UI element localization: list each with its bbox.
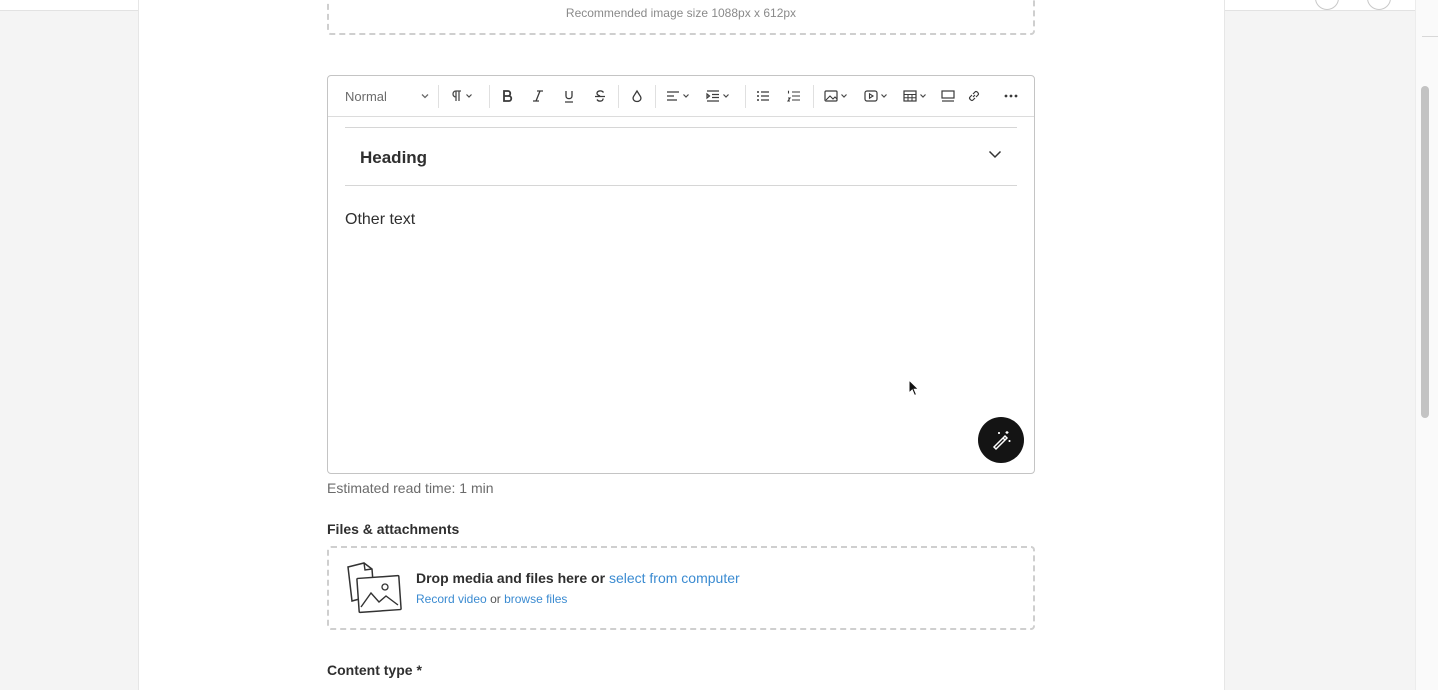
collapsible-heading[interactable]: Heading (360, 148, 427, 168)
toolbar-divider (618, 85, 619, 108)
chevron-down-icon (988, 150, 1002, 158)
image-dropzone[interactable]: Recommended image size 1088px x 612px (327, 0, 1035, 35)
numbered-list-button[interactable] (787, 86, 801, 106)
avatar[interactable] (1367, 0, 1391, 10)
underline-icon (565, 91, 573, 103)
mouse-cursor-icon (908, 379, 920, 397)
chevron-down-icon (920, 94, 926, 98)
media-files-icon (347, 562, 402, 614)
collapsible-section[interactable]: Heading (345, 127, 1017, 186)
strikethrough-icon (595, 90, 605, 102)
indent-button[interactable] (706, 86, 730, 106)
or-text: or (490, 592, 501, 606)
drop-instructions: Drop media and files here or select from… (416, 570, 740, 586)
chevron-down-icon (723, 94, 729, 98)
video-icon (864, 90, 878, 102)
vertical-scrollbar[interactable] (1415, 0, 1438, 690)
insert-video-button[interactable] (864, 86, 888, 106)
image-size-hint: Recommended image size 1088px x 612px (565, 6, 797, 20)
body-paragraph[interactable]: Other text (345, 211, 415, 229)
collapse-toggle[interactable] (985, 146, 1005, 162)
italic-icon (533, 90, 543, 102)
insert-link-button[interactable] (967, 86, 981, 106)
link-icon (969, 91, 979, 101)
pilcrow-icon (452, 90, 461, 101)
strikethrough-button[interactable] (593, 86, 607, 106)
more-horizontal-icon (1004, 94, 1018, 98)
editor-content[interactable]: Heading Other text (345, 127, 1017, 228)
magic-wand-icon (992, 431, 1011, 451)
bulleted-list-button[interactable] (756, 86, 770, 106)
toolbar-divider (489, 85, 490, 108)
bold-icon (503, 90, 513, 102)
text-color-button[interactable] (630, 86, 644, 106)
droplet-icon (632, 89, 642, 103)
scrollbar-divider (1422, 36, 1438, 37)
toolbar-divider (438, 85, 439, 108)
indent-icon (706, 90, 719, 102)
chevron-down-icon (683, 94, 689, 98)
italic-button[interactable] (531, 86, 545, 106)
align-left-icon (667, 91, 679, 101)
editor-toolbar: Normal (328, 76, 1034, 117)
scrollbar-thumb[interactable] (1421, 86, 1429, 418)
chevron-down-icon (466, 94, 472, 98)
insert-image-button[interactable] (824, 86, 848, 106)
files-dropzone[interactable]: Drop media and files here or select from… (327, 546, 1035, 630)
toolbar-divider (745, 85, 746, 108)
align-button[interactable] (666, 86, 690, 106)
drop-text: Drop media and files here or (416, 570, 606, 586)
ai-assistant-button[interactable] (978, 417, 1024, 463)
content-type-label: Content type * (327, 662, 422, 678)
numbered-list-icon (787, 90, 800, 102)
paragraph-format-button[interactable] (449, 86, 473, 106)
horizontal-line-icon (941, 90, 955, 102)
files-attachments-label: Files & attachments (327, 521, 460, 537)
chevron-down-icon (421, 94, 429, 99)
bulleted-list-icon (757, 91, 769, 101)
select-from-computer-link[interactable]: select from computer (609, 570, 740, 586)
drop-alternatives: Record video or browse files (416, 592, 567, 606)
horizontal-line-button[interactable] (941, 86, 955, 106)
record-video-link[interactable]: Record video (416, 592, 487, 606)
toolbar-divider (655, 85, 656, 108)
text-style-dropdown[interactable]: Normal (345, 87, 430, 105)
underline-button[interactable] (562, 86, 576, 106)
chevron-down-icon (841, 94, 847, 98)
rich-text-editor: Normal Heading Other text (327, 75, 1035, 474)
insert-table-button[interactable] (903, 86, 927, 106)
table-icon (903, 90, 917, 102)
read-time-text: Estimated read time: 1 min (327, 480, 494, 496)
text-style-value: Normal (345, 88, 387, 104)
chevron-down-icon (881, 94, 887, 98)
image-icon (824, 90, 838, 102)
toolbar-divider (813, 85, 814, 108)
browse-files-link[interactable]: browse files (504, 592, 567, 606)
bold-button[interactable] (500, 86, 514, 106)
notifications-icon[interactable] (1315, 0, 1339, 10)
more-options-button[interactable] (1003, 86, 1019, 106)
